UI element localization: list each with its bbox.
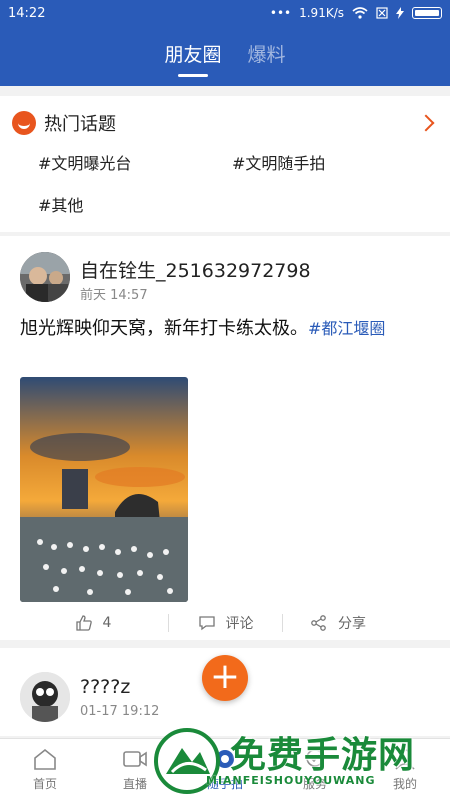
status-dots: ••• bbox=[269, 6, 292, 20]
hot-topics-section: 热门话题 #文明曝光台 #文明随手拍 #其他 bbox=[0, 96, 450, 232]
sim-icon bbox=[376, 7, 388, 19]
bottom-nav: 首页 直播 随手拍 服务 我的 bbox=[0, 738, 450, 800]
post-username[interactable]: ????z bbox=[80, 676, 130, 698]
nav-item-home[interactable]: 首页 bbox=[0, 739, 90, 800]
share-button[interactable]: 分享 bbox=[283, 613, 393, 633]
share-label: 分享 bbox=[338, 616, 366, 632]
video-camera-icon bbox=[123, 751, 147, 767]
tab-breaking-news[interactable]: 爆料 bbox=[248, 40, 286, 77]
camera-icon bbox=[216, 750, 234, 768]
network-speed: 1.91K/s bbox=[299, 6, 344, 20]
avatar[interactable] bbox=[20, 672, 70, 722]
comment-button[interactable]: 评论 bbox=[169, 613, 282, 633]
add-post-button[interactable]: + bbox=[202, 655, 248, 701]
hot-topics-header[interactable]: 热门话题 bbox=[0, 96, 450, 150]
comment-label: 评论 bbox=[225, 616, 254, 632]
like-button[interactable]: 4 bbox=[0, 614, 168, 632]
hot-topics-icon bbox=[12, 111, 36, 135]
comment-icon bbox=[198, 616, 215, 631]
post-time: 01-17 19:12 bbox=[80, 704, 160, 719]
charging-icon bbox=[396, 7, 404, 19]
nav-item-service[interactable]: 服务 bbox=[270, 739, 360, 800]
post-card: 自在铨生_251632972798 前天 14:57 旭光辉映仰天窝，新年打卡练… bbox=[0, 236, 450, 640]
avatar[interactable] bbox=[20, 252, 70, 302]
avatar-image bbox=[20, 252, 70, 302]
post-hashtag[interactable]: #都江堰圈 bbox=[308, 319, 385, 338]
status-indicators: ••• 1.91K/s bbox=[270, 6, 442, 20]
nav-label: 服务 bbox=[302, 777, 327, 791]
chevron-right-icon[interactable] bbox=[417, 114, 435, 132]
thumbs-up-icon bbox=[75, 615, 92, 631]
nav-label: 随手拍 bbox=[206, 777, 243, 791]
like-count: 4 bbox=[102, 615, 112, 631]
share-icon bbox=[311, 615, 326, 631]
status-time: 14:22 bbox=[8, 5, 46, 21]
nav-label: 直播 bbox=[122, 777, 147, 791]
post-photo[interactable] bbox=[20, 377, 188, 602]
topic-item[interactable]: #文明随手拍 bbox=[232, 150, 432, 174]
nav-label: 我的 bbox=[392, 777, 417, 791]
status-bar: 14:22 ••• 1.91K/s bbox=[0, 0, 450, 26]
nav-item-snapshot[interactable]: 随手拍 bbox=[180, 739, 270, 800]
nav-item-live[interactable]: 直播 bbox=[90, 739, 180, 800]
post-actions: 4 评论 分享 bbox=[0, 610, 450, 636]
top-bar: 14:22 ••• 1.91K/s 朋友圈 爆料 bbox=[0, 0, 450, 86]
avatar-image bbox=[20, 672, 70, 722]
post-content: 旭光辉映仰天窝，新年打卡练太极。#都江堰圈 bbox=[20, 316, 430, 342]
hot-topics-title: 热门话题 bbox=[44, 114, 116, 135]
wifi-icon bbox=[352, 7, 368, 19]
nav-item-mine[interactable]: 我的 bbox=[360, 739, 450, 800]
home-icon bbox=[34, 748, 56, 770]
nav-label: 首页 bbox=[32, 777, 57, 791]
battery-icon bbox=[412, 7, 442, 19]
post-photo-image bbox=[20, 377, 188, 602]
post-time: 前天 14:57 bbox=[80, 288, 148, 303]
topic-item[interactable]: #其他 bbox=[38, 192, 232, 216]
user-icon bbox=[395, 749, 415, 770]
topic-list: #文明曝光台 #文明随手拍 #其他 bbox=[0, 150, 450, 216]
tab-friends-circle[interactable]: 朋友圈 bbox=[164, 40, 221, 77]
topic-item[interactable]: #文明曝光台 bbox=[38, 150, 232, 174]
feed-tabs: 朋友圈 爆料 bbox=[0, 40, 450, 77]
service-icon bbox=[306, 749, 324, 767]
post-username[interactable]: 自在铨生_251632972798 bbox=[80, 256, 311, 283]
post-text: 旭光辉映仰天窝，新年打卡练太极。 bbox=[20, 318, 308, 339]
